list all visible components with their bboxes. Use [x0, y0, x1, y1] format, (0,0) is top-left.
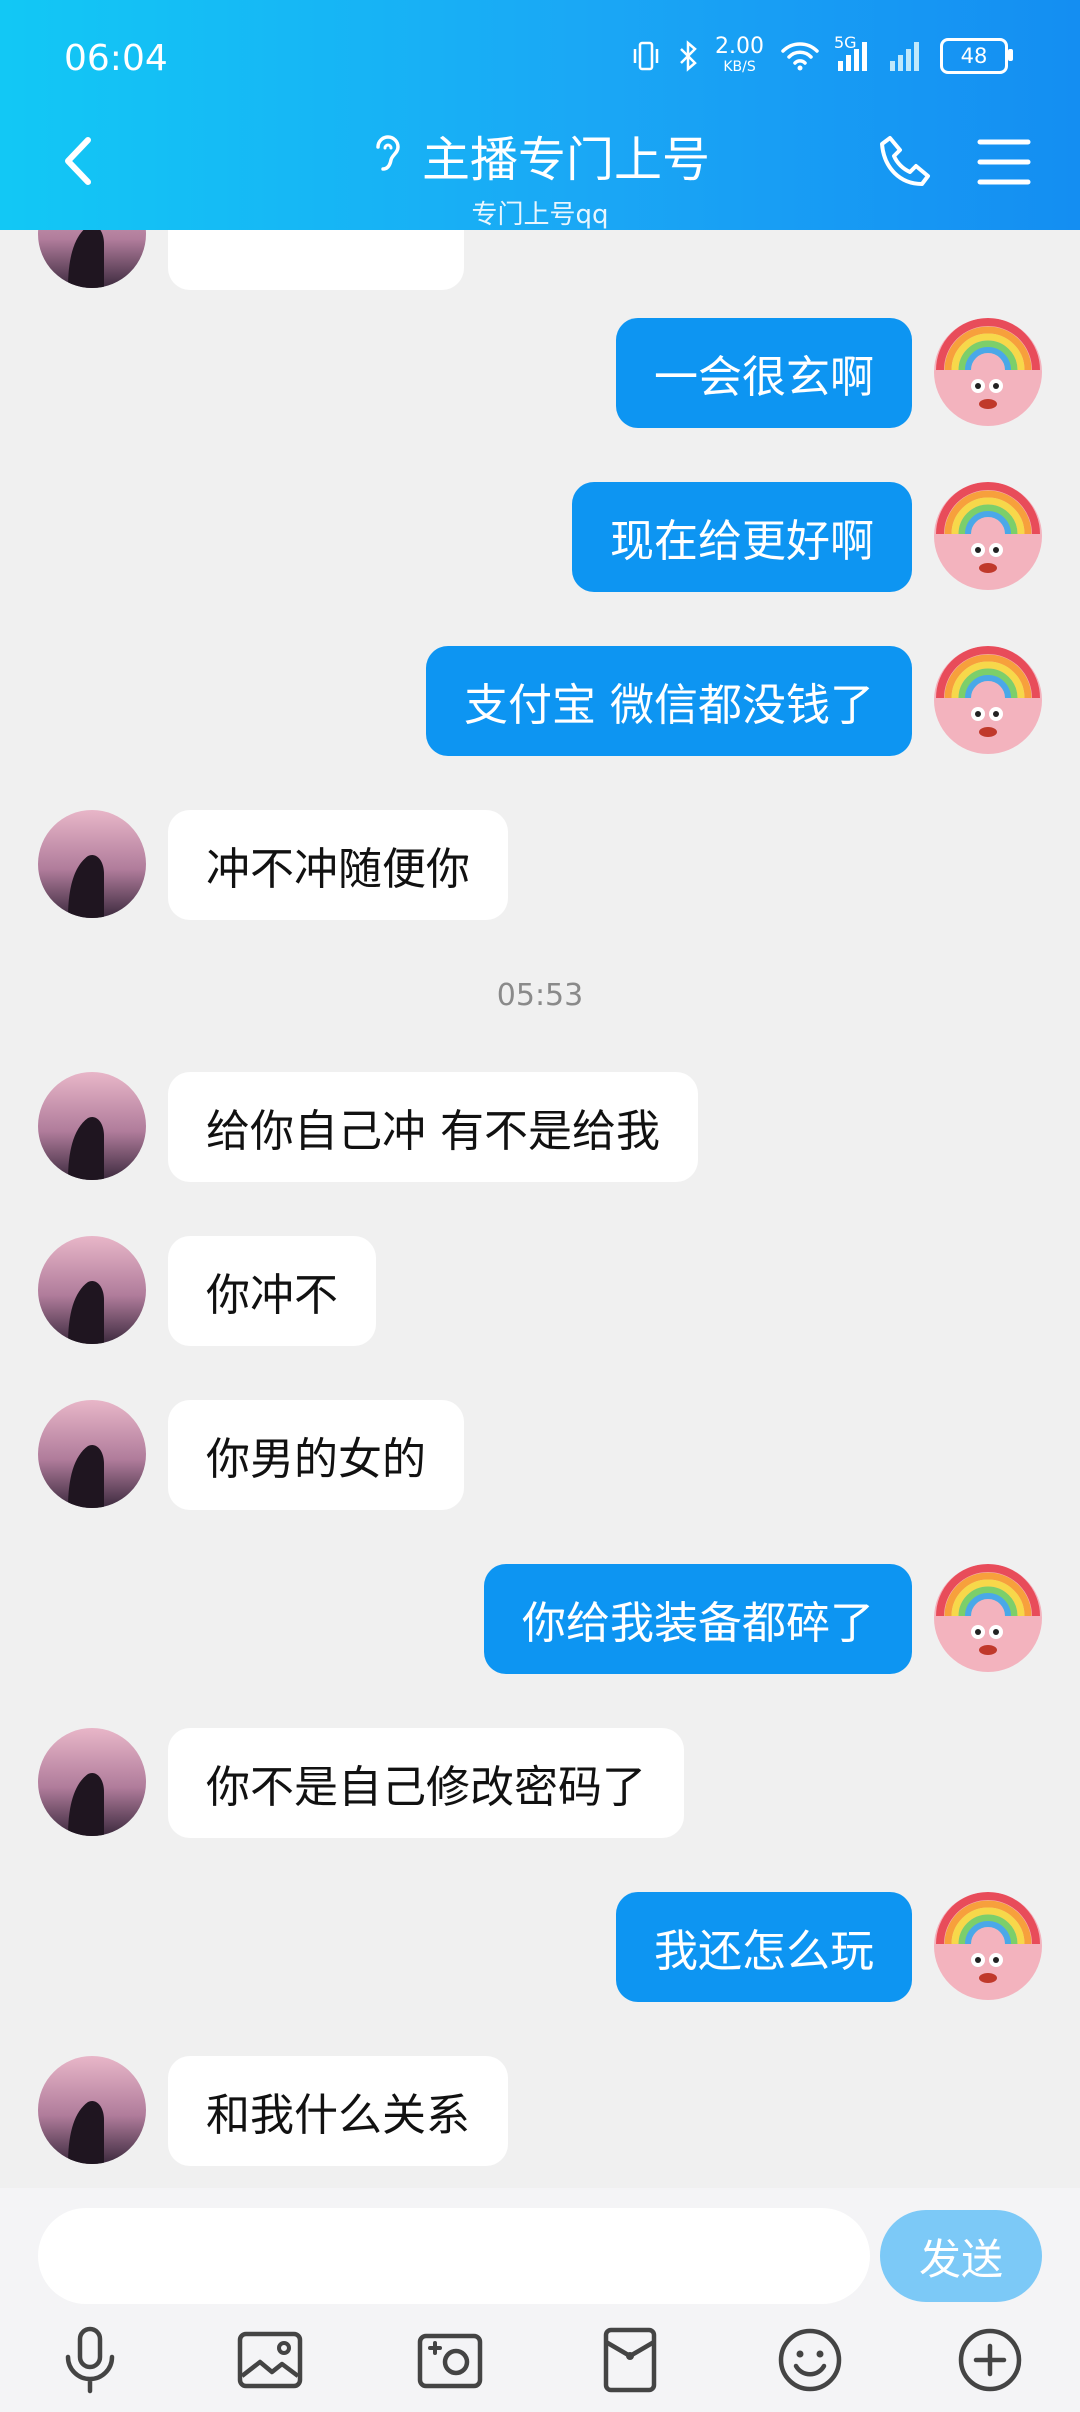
vibrate-icon	[631, 40, 661, 72]
incoming-message-bubble[interactable]: 你不是自己修改密码了	[168, 1728, 684, 1838]
camera-button[interactable]	[410, 2320, 490, 2400]
message-row: 你给我装备都碎了	[0, 1564, 1080, 1674]
more-button[interactable]	[950, 2320, 1030, 2400]
chat-toolbar	[0, 2320, 1080, 2412]
message-text: 给你自己冲 有不是给我	[206, 1106, 660, 1157]
emoji-button[interactable]	[770, 2320, 850, 2400]
chat-message-list[interactable]: 一会很玄啊 现在给更好啊 支付宝 微信都没钱了 冲不冲随便你 05:53 给你自…	[0, 230, 1080, 2188]
message-text: 冲不冲随便你	[206, 844, 470, 895]
battery-indicator: 48	[940, 38, 1013, 74]
incoming-message-bubble[interactable]: 给你自己冲 有不是给我	[168, 1072, 698, 1182]
contact-avatar[interactable]	[38, 810, 146, 918]
my-avatar[interactable]	[934, 482, 1042, 590]
message-text: 你不是自己修改密码了	[206, 1762, 646, 1813]
status-icons: 2.00 KB/S 5G 48	[631, 33, 1013, 76]
microphone-icon	[65, 2326, 115, 2394]
image-icon	[237, 2331, 303, 2389]
camera-icon	[417, 2333, 483, 2389]
contact-avatar[interactable]	[38, 1400, 146, 1508]
message-text: 我还怎么玩	[654, 1926, 874, 1977]
contact-avatar[interactable]	[38, 1072, 146, 1180]
cell-signal-2-icon	[888, 39, 924, 73]
status-time: 06:04	[64, 38, 168, 79]
message-text: 和我什么关系	[206, 2090, 470, 2141]
ear-icon	[370, 131, 404, 179]
input-bar: 发送	[0, 2188, 1080, 2412]
speed-value: 2.00	[715, 34, 764, 59]
menu-button[interactable]	[976, 136, 1032, 188]
message-row: 和我什么关系	[0, 2056, 1080, 2166]
contact-avatar[interactable]	[38, 230, 146, 288]
message-row: 给你自己冲 有不是给我	[0, 1072, 1080, 1182]
outgoing-message-bubble[interactable]: 我还怎么玩	[616, 1892, 912, 2002]
contact-avatar[interactable]	[38, 1728, 146, 1836]
speed-unit: KB/S	[723, 59, 756, 75]
network-type: 5G	[834, 33, 857, 52]
my-avatar[interactable]	[934, 318, 1042, 426]
contact-avatar[interactable]	[38, 1236, 146, 1344]
message-row: 现在给更好啊	[0, 482, 1080, 592]
chat-title: 主播专门上号	[421, 132, 710, 188]
message-row: 我还怎么玩	[0, 1892, 1080, 2002]
voice-button[interactable]	[50, 2320, 130, 2400]
hamburger-menu-icon	[977, 139, 1031, 185]
chat-subtitle: 专门上号qq	[471, 200, 609, 230]
incoming-message-bubble[interactable]: 和我什么关系	[168, 2056, 508, 2166]
message-text: 你给我装备都碎了	[522, 1598, 874, 1649]
message-text: 现在给更好啊	[610, 516, 874, 567]
emoji-icon	[778, 2328, 842, 2392]
network-speed: 2.00 KB/S	[715, 36, 764, 76]
message-row: 你冲不	[0, 1236, 1080, 1346]
wifi-icon	[780, 41, 820, 71]
image-button[interactable]	[230, 2320, 310, 2400]
plus-icon	[958, 2328, 1022, 2392]
outgoing-message-bubble[interactable]: 支付宝 微信都没钱了	[426, 646, 912, 756]
outgoing-message-bubble[interactable]: 现在给更好啊	[572, 482, 912, 592]
message-text: 你男的女的	[206, 1434, 426, 1485]
message-row: 一会很玄啊	[0, 318, 1080, 428]
my-avatar[interactable]	[934, 1564, 1042, 1672]
contact-avatar[interactable]	[38, 2056, 146, 2164]
cell-signal-icon: 5G	[834, 33, 872, 73]
outgoing-message-bubble[interactable]: 一会很玄啊	[616, 318, 912, 428]
phone-icon	[880, 136, 930, 186]
message-row: 你不是自己修改密码了	[0, 1728, 1080, 1838]
outgoing-message-bubble[interactable]: 你给我装备都碎了	[484, 1564, 912, 1674]
message-row: 冲不冲随便你	[0, 810, 1080, 920]
message-text: 你冲不	[206, 1270, 338, 1321]
red-packet-button[interactable]	[590, 2320, 670, 2400]
incoming-message-bubble[interactable]: 你冲不	[168, 1236, 376, 1346]
message-input[interactable]	[38, 2208, 870, 2304]
incoming-message-bubble[interactable]: 你男的女的	[168, 1400, 464, 1510]
chat-header: 06:04 2.00 KB/S 5G 48 主播专门上号 专门上号qq	[0, 0, 1080, 230]
my-avatar[interactable]	[934, 1892, 1042, 2000]
my-avatar[interactable]	[934, 646, 1042, 754]
message-text: 支付宝 微信都没钱了	[464, 680, 874, 731]
incoming-message-bubble[interactable]	[168, 230, 464, 290]
message-text: 一会很玄啊	[654, 352, 874, 403]
send-button[interactable]: 发送	[880, 2210, 1042, 2302]
incoming-message-bubble[interactable]: 冲不冲随便你	[168, 810, 508, 920]
bluetooth-icon	[677, 40, 699, 72]
message-row: 支付宝 微信都没钱了	[0, 646, 1080, 756]
red-packet-icon	[603, 2327, 657, 2393]
message-row: 你男的女的	[0, 1400, 1080, 1510]
time-divider: 05:53	[496, 978, 584, 1013]
call-button[interactable]	[876, 132, 936, 192]
message-row	[0, 230, 1080, 290]
